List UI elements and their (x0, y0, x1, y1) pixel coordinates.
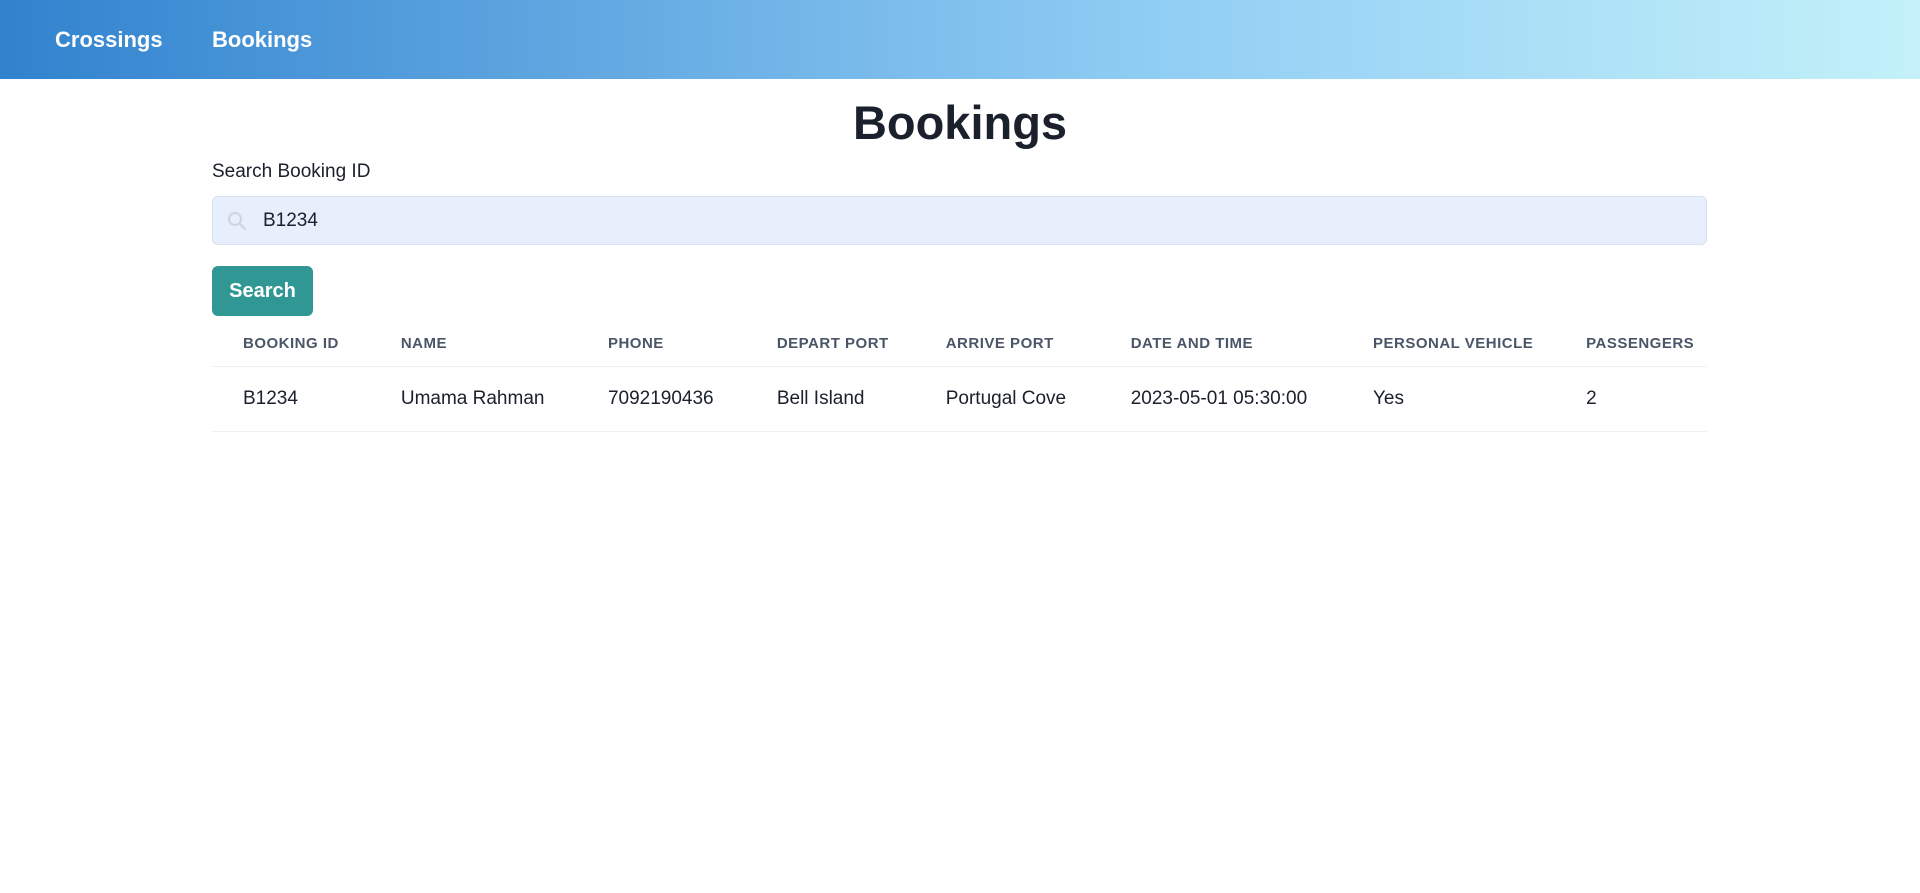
cell-depart-port: Bell Island (745, 366, 915, 432)
header-passengers: PASSENGERS (1555, 320, 1707, 367)
page-title: Bookings (852, 96, 1068, 149)
header-depart-port: DEPART PORT (745, 320, 915, 367)
header-phone: PHONE (576, 320, 746, 367)
cell-arrive-port: Portugal Cove (914, 366, 1100, 432)
header-personal-vehicle: PERSONAL VEHICLE (1341, 320, 1556, 367)
nav-link-bookings[interactable]: Bookings (212, 26, 312, 54)
header-date-time: DATE AND TIME (1099, 320, 1342, 367)
header-name: NAME (369, 320, 577, 367)
table-row: B1234 Umama Rahman 7092190436 Bell Islan… (212, 366, 1707, 432)
cell-date-time: 2023-05-01 05:30:00 (1099, 366, 1342, 432)
search-box (212, 196, 1707, 245)
search-button[interactable]: Search (212, 266, 313, 316)
search-label: Search Booking ID (212, 161, 371, 182)
cell-personal-vehicle: Yes (1341, 366, 1556, 432)
header-booking-id: BOOKING ID (212, 320, 370, 367)
cell-passengers: 2 (1555, 366, 1707, 432)
cell-name: Umama Rahman (369, 366, 577, 432)
search-icon (227, 211, 247, 231)
nav-link-crossings[interactable]: Crossings (55, 26, 163, 54)
top-navbar: Crossings Bookings (0, 0, 1920, 79)
search-input[interactable] (263, 197, 1683, 244)
table-header-row: BOOKING ID NAME PHONE DEPART PORT ARRIVE… (212, 320, 1707, 367)
bookings-table: BOOKING ID NAME PHONE DEPART PORT ARRIVE… (212, 320, 1707, 432)
header-arrive-port: ARRIVE PORT (914, 320, 1100, 367)
cell-booking-id: B1234 (212, 366, 370, 432)
cell-phone: 7092190436 (576, 366, 746, 432)
